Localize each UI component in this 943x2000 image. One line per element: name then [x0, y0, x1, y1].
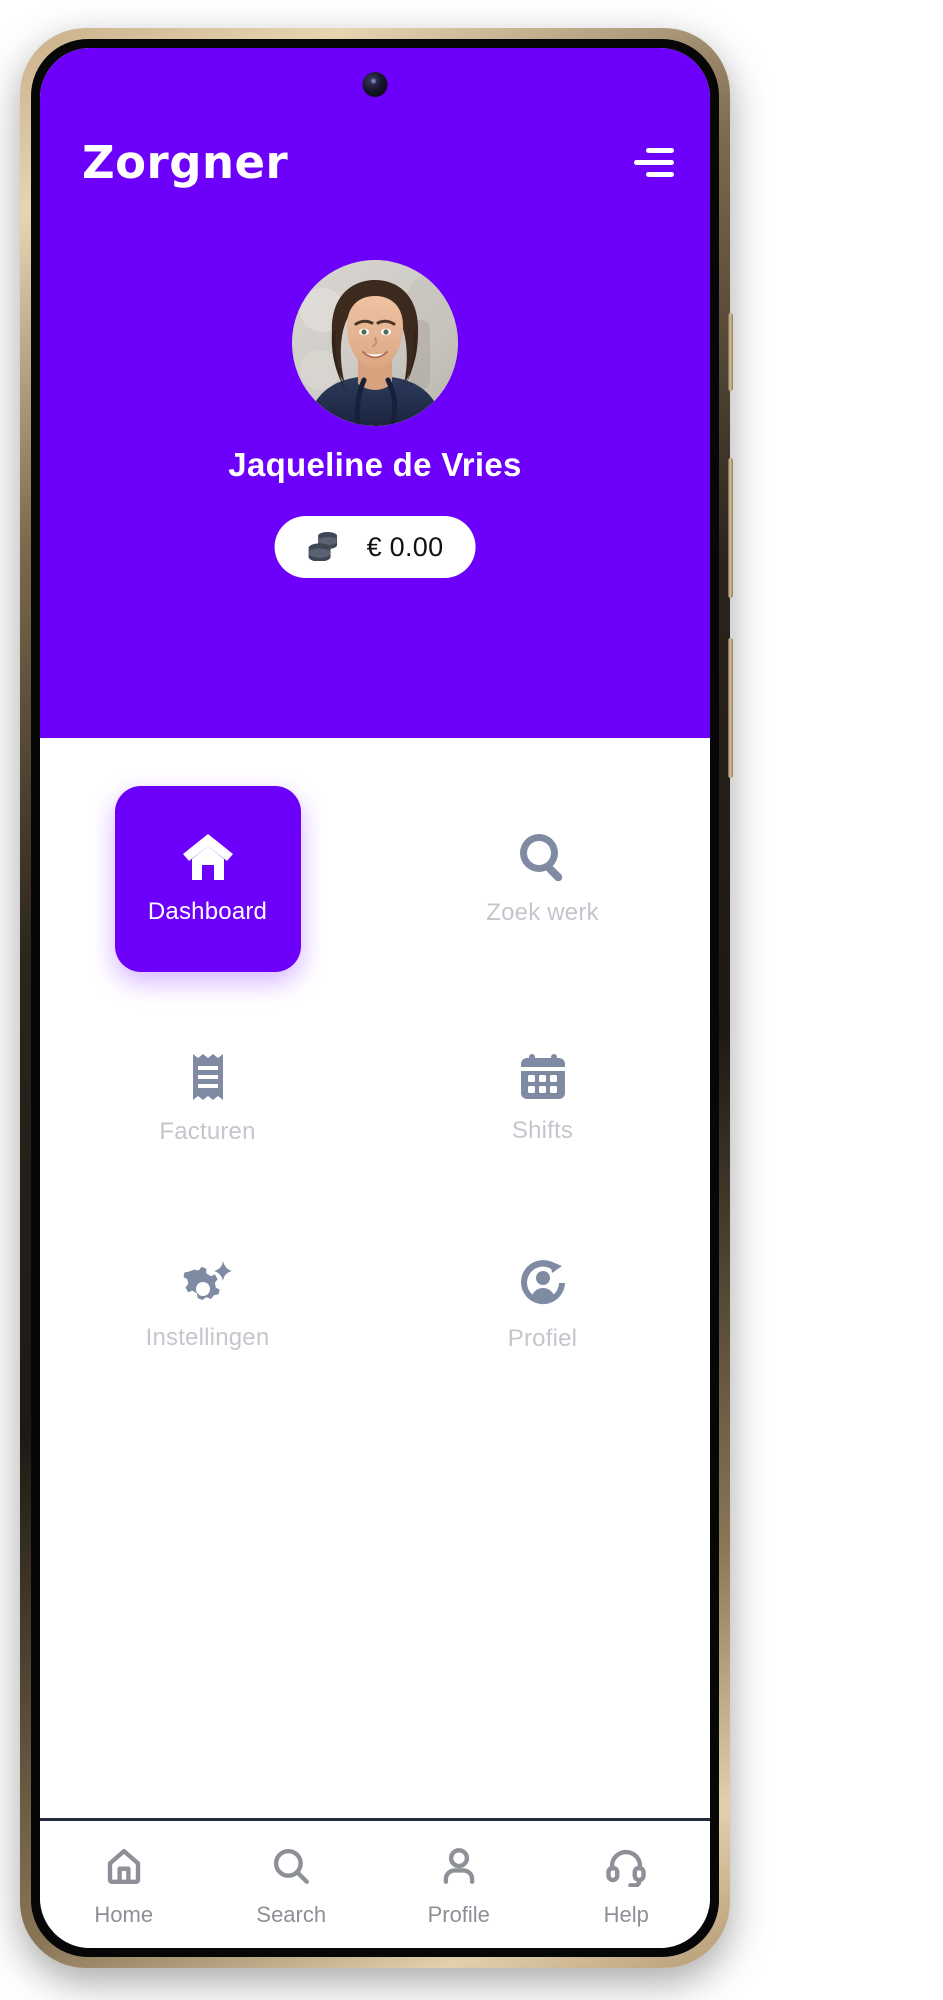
profile-name: Jaqueline de Vries [228, 446, 522, 483]
hamburger-menu-icon[interactable] [628, 142, 674, 182]
nav-item-help[interactable]: Help [543, 1845, 711, 1928]
receipt-icon [187, 1052, 229, 1102]
menu-row-2: Facturen Shifts [40, 1006, 710, 1192]
tile-profiel[interactable]: Profiel [450, 1212, 636, 1398]
nav-item-search[interactable]: Search [208, 1845, 376, 1928]
menu-cell: Facturen [40, 1006, 375, 1192]
nav-label: Search [256, 1902, 327, 1927]
nav-label: Home [94, 1902, 154, 1927]
tile-label: Instellingen [145, 1324, 270, 1351]
brand-logo: Zorgner [82, 135, 289, 189]
tile-dashboard[interactable]: Dashboard [114, 786, 301, 972]
headset-icon [605, 1845, 647, 1892]
hamburger-bar-middle [634, 159, 674, 165]
nav-item-profile[interactable]: Profile [375, 1845, 543, 1928]
avatar-photo [292, 260, 458, 426]
tile-label: Dashboard [147, 898, 268, 925]
profile-refresh-icon [517, 1257, 569, 1309]
volume-down-button[interactable] [728, 638, 733, 778]
phone-screen: Zorgner Jaqueline de Vries € 0.00 Dashbo… [40, 48, 710, 1948]
hamburger-bar-bottom [646, 171, 674, 177]
home-icon [181, 832, 235, 882]
phone-frame: Zorgner Jaqueline de Vries € 0.00 Dashbo… [20, 28, 733, 1968]
nav-label: Profile [427, 1902, 490, 1927]
bottom-navigation-bar: Home Search Profile Help [40, 1818, 710, 1948]
tile-label: Profiel [507, 1325, 578, 1352]
front-camera-punch-hole [362, 72, 388, 97]
tile-facturen[interactable]: Facturen [115, 1006, 301, 1192]
nav-label: Help [603, 1902, 649, 1927]
menu-cell: Instellingen [40, 1212, 375, 1398]
search-icon [517, 831, 569, 883]
header-corner-curve [40, 703, 86, 775]
coins-icon [307, 529, 341, 566]
person-outline-icon [438, 1845, 480, 1892]
menu-cell: Profiel [375, 1212, 710, 1398]
tile-label: Zoek werk [486, 899, 599, 926]
top-bar: Zorgner [40, 132, 710, 192]
home-outline-icon [103, 1845, 145, 1892]
balance-pill[interactable]: € 0.00 [274, 516, 476, 578]
tile-label: Facturen [159, 1118, 256, 1145]
hamburger-bar-top [646, 147, 674, 153]
search-outline-icon [270, 1845, 312, 1892]
menu-cell: Shifts [375, 1006, 710, 1192]
menu-row-3: Instellingen Profiel [40, 1212, 710, 1398]
tile-shifts[interactable]: Shifts [450, 1006, 636, 1192]
gear-sparkle-icon [181, 1258, 235, 1308]
phone-bezel: Zorgner Jaqueline de Vries € 0.00 Dashbo… [31, 39, 719, 1957]
nav-item-home[interactable]: Home [40, 1845, 208, 1928]
menu-row-1: Dashboard Zoek werk [40, 786, 710, 972]
tile-instellingen[interactable]: Instellingen [115, 1212, 301, 1398]
menu-grid: Dashboard Zoek werk Facturen Shifts Inst… [40, 738, 710, 1738]
calendar-icon [519, 1053, 567, 1101]
balance-amount: € 0.00 [366, 531, 444, 562]
menu-cell: Zoek werk [375, 786, 710, 972]
avatar[interactable] [292, 260, 458, 426]
menu-cell: Dashboard [40, 786, 375, 972]
app-header: Zorgner Jaqueline de Vries € 0.00 [40, 48, 710, 775]
power-button[interactable] [728, 313, 733, 391]
volume-up-button[interactable] [728, 458, 733, 598]
tile-zoek-werk[interactable]: Zoek werk [450, 786, 636, 972]
tile-label: Shifts [511, 1117, 574, 1144]
